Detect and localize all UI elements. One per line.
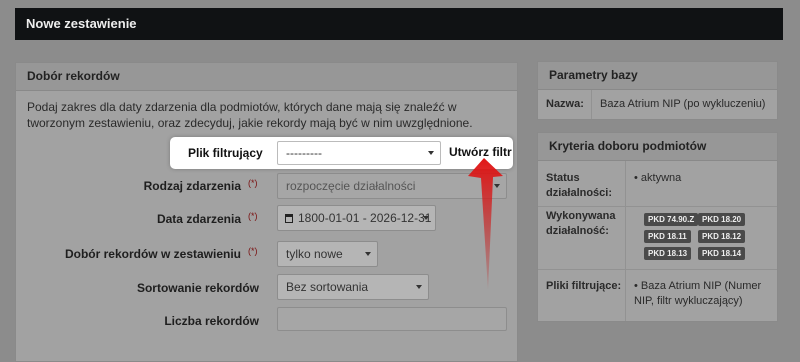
red-arrow-annotation bbox=[468, 158, 503, 290]
arrow-shape bbox=[468, 158, 503, 290]
